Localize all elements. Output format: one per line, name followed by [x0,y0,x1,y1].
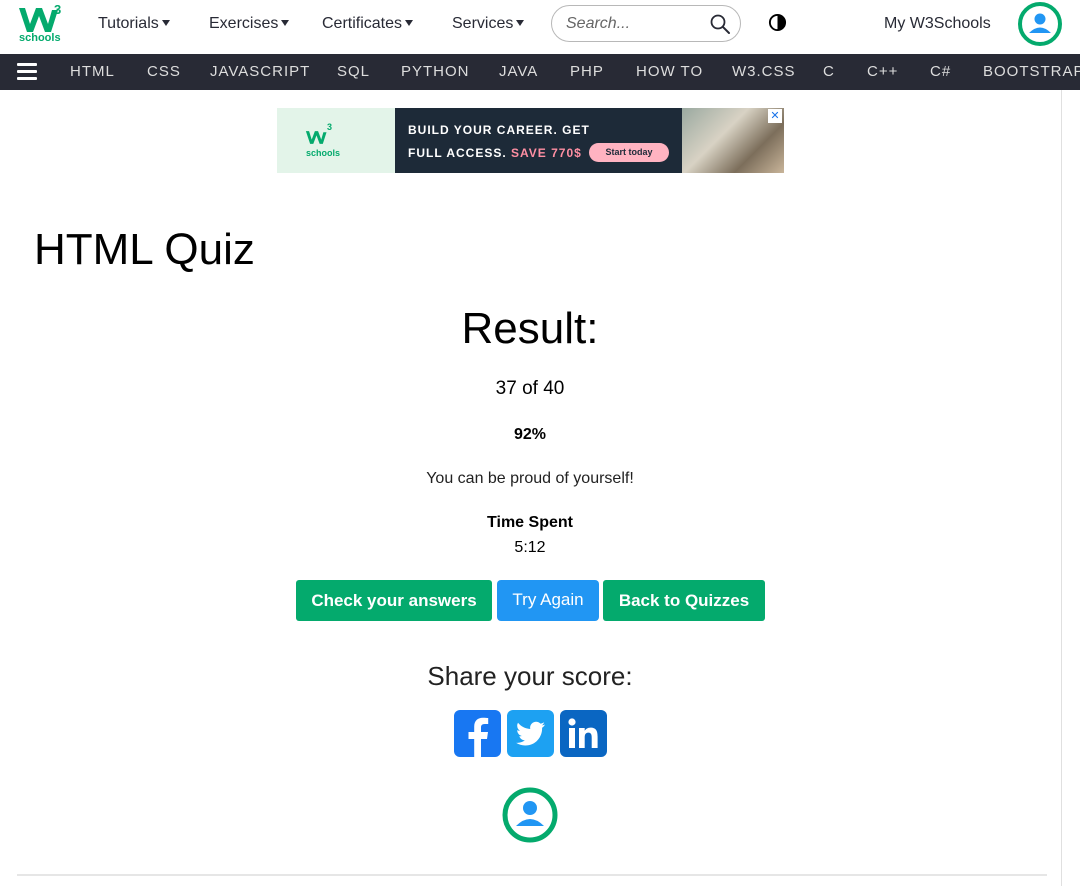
menu-exercises[interactable]: Exercises [209,13,290,35]
menu-tutorials-label: Tutorials [98,15,159,32]
ad-close-icon[interactable]: ✕ [768,109,782,123]
hamburger-menu-icon[interactable] [17,63,37,81]
nav-javascript[interactable]: JAVASCRIPT [210,63,310,81]
nav-csharp[interactable]: C# [930,63,951,81]
linkedin-share-button[interactable] [560,710,607,757]
back-to-quizzes-button[interactable]: Back to Quizzes [603,580,765,621]
nav-sql[interactable]: SQL [337,63,370,81]
search-box [551,5,741,42]
caret-down-icon [161,20,170,26]
score-percent: 92% [513,426,547,443]
result-message: You can be proud of yourself! [426,470,634,487]
ad-headline-2-start: FULL ACCESS. [408,146,507,160]
nav-html[interactable]: HTML [70,63,115,81]
nav-bootstrap[interactable]: BOOTSTRAP [983,63,1080,81]
twitter-icon [516,721,545,746]
caret-down-icon [516,20,525,26]
user-avatar-icon[interactable] [501,786,559,844]
time-spent-label: Time Spent [487,514,573,531]
share-heading: Share your score: [427,661,633,691]
search-input[interactable] [566,13,706,35]
ad-save-text: SAVE 770$ [511,146,582,160]
divider [17,874,1047,876]
ad-text-panel [395,108,695,173]
nav-css[interactable]: CSS [147,63,181,81]
tutorial-nav-bar: HTML CSS JAVASCRIPT SQL PYTHON JAVA PHP … [0,54,1080,90]
ad-logo-subtext: schools [306,148,341,158]
linkedin-icon [568,718,598,748]
ad-logo-panel [277,108,397,173]
nav-howto[interactable]: HOW TO [636,63,703,81]
logo-superscript: 3 [54,2,62,17]
ad-headline-2: FULL ACCESS. SAVE 770$ [408,146,582,160]
search-icon[interactable] [709,13,731,35]
facebook-icon [468,717,489,757]
nav-python[interactable]: PYTHON [401,63,470,81]
menu-exercises-label: Exercises [209,15,279,32]
logo-subtext: schools [19,32,61,44]
ad-logo-superscript: 3 [327,122,333,132]
w3schools-logo[interactable]: 3 schools [18,2,64,44]
my-w3schools-link[interactable]: My W3Schools [884,13,991,35]
score-text: 37 of 40 [495,378,565,399]
nav-java[interactable]: JAVA [499,63,538,81]
result-heading: Result: [461,304,599,353]
menu-certificates[interactable]: Certificates [322,13,414,35]
menu-certificates-label: Certificates [322,15,403,32]
caret-down-icon [281,20,290,26]
page-title: HTML Quiz [34,225,255,274]
nav-c[interactable]: C [823,63,835,81]
nav-cpp[interactable]: C++ [867,63,898,81]
twitter-share-button[interactable] [507,710,554,757]
nav-w3css[interactable]: W3.CSS [732,63,796,81]
caret-down-icon [405,20,414,26]
facebook-share-button[interactable] [454,710,501,757]
user-avatar-icon[interactable] [1015,0,1065,48]
menu-services-label: Services [452,15,514,32]
ad-logo-mark [305,131,327,144]
check-answers-button[interactable]: Check your answers [296,580,492,621]
page-edge-line [1061,90,1062,886]
menu-services[interactable]: Services [452,13,525,35]
menu-tutorials[interactable]: Tutorials [98,13,170,35]
ad-banner[interactable]: 3 schools BUILD YOUR CAREER. GET FULL AC… [277,108,784,173]
try-again-button[interactable]: Try Again [497,580,599,621]
ad-headline-1: BUILD YOUR CAREER. GET [408,123,590,137]
ad-start-today-button[interactable]: Start today [589,143,669,162]
time-spent-value: 5:12 [514,539,546,556]
top-header: 3 schools Tutorials Exercises Certificat… [0,0,1080,54]
contrast-icon[interactable] [768,13,787,32]
nav-php[interactable]: PHP [570,63,604,81]
